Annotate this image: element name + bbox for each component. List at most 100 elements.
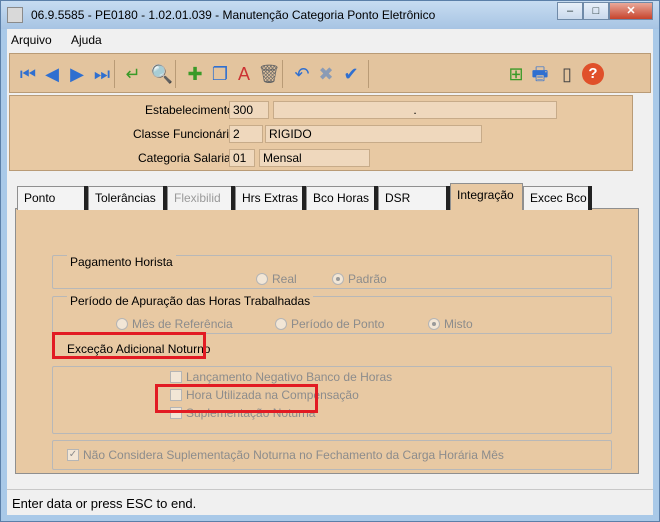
categoria-code-field[interactable]: 01: [229, 149, 255, 167]
cancel-x-icon: ✖: [318, 64, 334, 84]
tab-flexibilid: Flexibilid: [167, 186, 235, 210]
print-button[interactable]: 🖶: [528, 62, 552, 86]
exit-button[interactable]: ▯: [555, 62, 579, 86]
menu-bar: Arquivo Ajuda: [7, 29, 653, 51]
radio-padrao-indicator: [332, 273, 344, 285]
app-window: 06.9.5585 - PE0180 - 1.02.01.039 - Manut…: [0, 0, 660, 522]
edit-text-icon: A: [237, 64, 250, 84]
toolbar-separator: [114, 60, 115, 88]
close-button[interactable]: ✕: [609, 2, 653, 20]
highlight-suplementacao: [155, 384, 318, 413]
periodo-apuracao-group: Período de Apuração das Horas Trabalhada…: [52, 294, 612, 334]
window-controls: – □ ✕: [557, 2, 653, 21]
radio-misto-label: Misto: [444, 317, 473, 331]
check-lancamento-negativo-box: [170, 371, 182, 383]
window-title: 06.9.5585 - PE0180 - 1.02.01.039 - Manut…: [31, 8, 436, 22]
check-lancamento-negativo-label: Lançamento Negativo Banco de Horas: [186, 370, 393, 384]
app-icon: [7, 7, 23, 23]
help-icon: ?: [582, 63, 604, 85]
estabelecimento-desc-field: .: [273, 101, 557, 119]
add-button[interactable]: ✚: [183, 62, 207, 86]
check-icon: ✔: [343, 64, 359, 84]
delete-button[interactable]: 🗑: [257, 62, 281, 86]
first-icon: ⏮: [19, 64, 37, 84]
check-nao-considera-label: Não Considera Suplementação Noturna no F…: [83, 448, 504, 462]
nao-considera-group: ✓ Não Considera Suplementação Noturna no…: [52, 440, 612, 470]
check-nao-considera-box: ✓: [67, 449, 79, 461]
radio-misto[interactable]: Misto: [428, 317, 473, 331]
tab-label: Excec Bco: [530, 191, 587, 205]
menu-arquivo[interactable]: Arquivo: [11, 33, 52, 47]
toolbar-separator: [282, 60, 283, 88]
client-area: Arquivo Ajuda ⏮ ◀ ▶ ⏭ ↵ 🔍 ✚ ❐ A 🗑 ↶ ✖ ✔ ⊞ 🖶 ▯? Estabele…: [7, 29, 653, 515]
trash-icon: 🗑: [257, 64, 281, 84]
maximize-button[interactable]: □: [583, 2, 609, 20]
undo-button[interactable]: ↶: [290, 62, 314, 86]
next-icon: ▶: [70, 64, 84, 84]
tab-label: Flexibilid: [174, 191, 221, 205]
goto-button[interactable]: ↵: [121, 62, 145, 86]
radio-misto-indicator: [428, 318, 440, 330]
radio-padrao-label: Padrão: [348, 272, 387, 286]
check-nao-considera[interactable]: ✓ Não Considera Suplementação Noturna no…: [67, 448, 504, 462]
tab-shadow: [588, 186, 592, 210]
highlight-excecao-title: [52, 332, 206, 359]
radio-real-label: Real: [272, 272, 297, 286]
tab-dsr[interactable]: DSR: [378, 186, 450, 210]
help-button[interactable]: ?: [581, 62, 605, 86]
tab-ponto[interactable]: Ponto: [17, 186, 88, 210]
tab-hrs-extras[interactable]: Hrs Extras: [235, 186, 306, 210]
radio-periodo-ponto-indicator: [275, 318, 287, 330]
header-fields-panel: Estabelecimento: 300 . Classe Funcionári…: [9, 95, 633, 171]
status-text: Enter data or press ESC to end.: [12, 496, 197, 511]
radio-mes-referencia-indicator: [116, 318, 128, 330]
first-record-button[interactable]: ⏮: [16, 62, 40, 86]
next-record-button[interactable]: ▶: [65, 62, 89, 86]
radio-periodo-ponto-label: Período de Ponto: [291, 317, 385, 331]
title-bar: 06.9.5585 - PE0180 - 1.02.01.039 - Manut…: [1, 1, 659, 29]
radio-periodo-ponto[interactable]: Período de Ponto: [275, 317, 384, 331]
confirm-button[interactable]: ✔: [339, 62, 363, 86]
tab-label: Ponto: [24, 191, 56, 205]
classe-code-field[interactable]: 2: [229, 125, 263, 143]
tab-label: Bco Horas: [313, 191, 370, 205]
check-lancamento-negativo[interactable]: Lançamento Negativo Banco de Horas: [170, 370, 392, 384]
new-document-icon: ✚: [187, 64, 203, 84]
structure-button[interactable]: ⊞: [504, 62, 528, 86]
integracao-tab-panel: Pagamento Horista Real Padrão Período de…: [15, 208, 639, 474]
menu-ajuda[interactable]: Ajuda: [71, 33, 102, 47]
printer-icon: 🖶: [531, 64, 549, 84]
tab-label: Hrs Extras: [242, 191, 299, 205]
undo-icon: ↶: [294, 64, 310, 84]
previous-record-button[interactable]: ◀: [40, 62, 64, 86]
tab-excec-bco[interactable]: Excec Bco: [523, 186, 592, 210]
minimize-button[interactable]: –: [557, 2, 583, 20]
status-bar: Enter data or press ESC to end.: [7, 489, 653, 515]
estabelecimento-label: Estabelecimento:: [145, 103, 238, 117]
copy-icon: ❐: [211, 64, 229, 84]
radio-mes-referencia[interactable]: Mês de Referência: [116, 317, 233, 331]
radio-padrao[interactable]: Padrão: [332, 272, 387, 286]
last-record-button[interactable]: ⏭: [90, 62, 114, 86]
edit-button[interactable]: A: [232, 62, 256, 86]
previous-icon: ◀: [45, 64, 59, 84]
tab-integra-o[interactable]: Integração: [450, 183, 523, 210]
door-exit-icon: ▯: [562, 64, 572, 84]
toolbar: ⏮ ◀ ▶ ⏭ ↵ 🔍 ✚ ❐ A 🗑 ↶ ✖ ✔ ⊞ 🖶 ▯?: [9, 53, 651, 93]
zoom-icon: 🔍: [150, 64, 174, 84]
radio-real[interactable]: Real: [256, 272, 297, 286]
pagamento-horista-title: Pagamento Horista: [67, 255, 176, 269]
search-button[interactable]: 🔍: [150, 62, 174, 86]
periodo-apuracao-title: Período de Apuração das Horas Trabalhada…: [67, 294, 314, 308]
tab-label: Integração: [457, 188, 514, 202]
copy-button[interactable]: ❐: [208, 62, 232, 86]
toolbar-separator: [175, 60, 176, 88]
pagamento-horista-group: Pagamento Horista Real Padrão: [52, 255, 612, 289]
cancel-button[interactable]: ✖: [314, 62, 338, 86]
tab-toler-ncias[interactable]: Tolerâncias: [88, 186, 167, 210]
tab-label: Tolerâncias: [95, 191, 156, 205]
estabelecimento-code-field[interactable]: 300: [229, 101, 269, 119]
tab-bco-horas[interactable]: Bco Horas: [306, 186, 378, 210]
categoria-desc-field: Mensal: [259, 149, 370, 167]
tree-icon: ⊞: [508, 64, 524, 84]
